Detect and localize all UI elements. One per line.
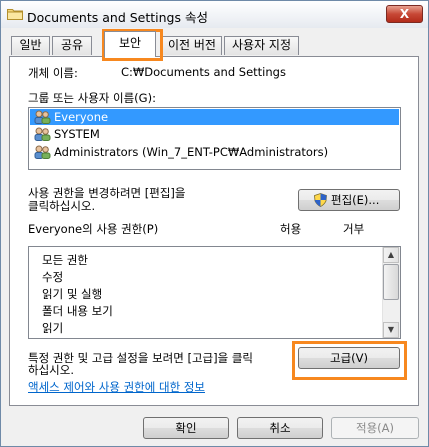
properties-dialog: Documents and Settings 속성 X 일반 공유 보안 이전 … bbox=[0, 0, 429, 447]
tab-security[interactable]: 보안 bbox=[104, 31, 156, 57]
permission-item: 모든 권한 bbox=[42, 253, 88, 267]
tab-previous-versions[interactable]: 이전 버전 bbox=[162, 36, 222, 55]
window-title: Documents and Settings 속성 bbox=[27, 10, 208, 25]
groups-list[interactable]: Everyone SYSTEM Administrators (Win_7_EN… bbox=[28, 107, 401, 170]
user-group-icon bbox=[34, 127, 51, 141]
user-group-icon bbox=[34, 145, 51, 159]
allow-header: 허용 bbox=[280, 222, 302, 236]
cancel-button[interactable]: 취소 bbox=[237, 417, 323, 439]
tab-general[interactable]: 일반 bbox=[11, 36, 50, 55]
close-icon: X bbox=[399, 7, 410, 21]
title-bar[interactable]: Documents and Settings 속성 X bbox=[1, 1, 428, 28]
group-name: Administrators (Win_7_ENT-PC₩Administrat… bbox=[54, 145, 329, 159]
tab-customize[interactable]: 사용자 지정 bbox=[224, 36, 299, 55]
user-group-icon bbox=[34, 110, 51, 124]
groups-label: 그룹 또는 사용자 이름(G): bbox=[28, 91, 156, 105]
folder-icon bbox=[7, 9, 23, 20]
deny-header: 거부 bbox=[343, 222, 365, 236]
permission-item: 읽기 bbox=[42, 321, 64, 335]
close-button[interactable]: X bbox=[386, 5, 423, 23]
tab-strip: 일반 공유 보안 이전 버전 사용자 지정 bbox=[9, 31, 419, 57]
permission-item: 쓰기 bbox=[42, 337, 63, 338]
edit-button-label: 편집(E)... bbox=[331, 193, 380, 207]
list-item[interactable]: SYSTEM bbox=[30, 126, 399, 142]
object-name-label: 개체 이름: bbox=[28, 66, 78, 80]
permissions-scrollbar[interactable]: ▲ ▼ bbox=[382, 247, 400, 338]
permission-item: 폴더 내용 보기 bbox=[42, 304, 113, 318]
permissions-list[interactable]: 모든 권한 수정 읽기 및 실행 폴더 내용 보기 읽기 쓰기 ▲ ▼ bbox=[28, 246, 401, 339]
group-name: Everyone bbox=[54, 110, 109, 124]
group-name: SYSTEM bbox=[54, 127, 100, 141]
edit-button[interactable]: 편집(E)... bbox=[298, 189, 400, 211]
advanced-button-highlight bbox=[292, 341, 407, 380]
permission-item: 수정 bbox=[42, 270, 64, 284]
change-permissions-text-line2: 클릭하십시오. bbox=[28, 199, 96, 213]
scroll-thumb[interactable] bbox=[383, 264, 399, 300]
arrow-down-icon: ▼ bbox=[387, 325, 395, 334]
apply-button[interactable]: 적용(A) bbox=[331, 417, 419, 439]
object-name-value: C:₩Documents and Settings bbox=[121, 65, 286, 79]
list-item[interactable]: Everyone bbox=[30, 109, 399, 125]
uac-shield-icon bbox=[314, 193, 327, 207]
scroll-up-button[interactable]: ▲ bbox=[383, 247, 399, 263]
arrow-up-icon: ▲ bbox=[387, 250, 395, 259]
ok-button[interactable]: 확인 bbox=[143, 417, 229, 439]
advanced-text-line2: 하십시오. bbox=[28, 363, 74, 377]
list-item[interactable]: Administrators (Win_7_ENT-PC₩Administrat… bbox=[30, 144, 399, 160]
tab-sharing[interactable]: 공유 bbox=[52, 36, 92, 55]
permissions-header: Everyone의 사용 권한(P) bbox=[28, 222, 159, 236]
help-link[interactable]: 액세스 제어와 사용 권한에 대한 정보 bbox=[28, 379, 205, 395]
scroll-down-button[interactable]: ▼ bbox=[383, 322, 399, 338]
permission-item: 읽기 및 실행 bbox=[42, 287, 103, 301]
